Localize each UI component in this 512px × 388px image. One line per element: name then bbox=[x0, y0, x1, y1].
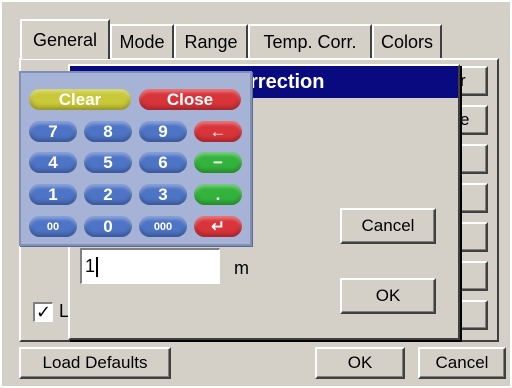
text-caret bbox=[96, 256, 99, 277]
key-5[interactable]: 5 bbox=[84, 152, 132, 173]
tab-colors[interactable]: Colors bbox=[372, 24, 442, 58]
key-8[interactable]: 8 bbox=[84, 121, 132, 142]
key-7[interactable]: 7 bbox=[29, 121, 77, 142]
key-1[interactable]: 1 bbox=[29, 184, 77, 205]
key-00[interactable]: 00 bbox=[29, 216, 77, 237]
key-9[interactable]: 9 bbox=[139, 121, 187, 142]
tab-range[interactable]: Range bbox=[174, 24, 248, 58]
key-3[interactable]: 3 bbox=[139, 184, 187, 205]
minus-key[interactable]: − bbox=[194, 152, 242, 173]
dialog-cancel-button[interactable]: Cancel bbox=[340, 208, 436, 244]
enter-key[interactable]: ↵ bbox=[194, 216, 242, 237]
unit-label: m bbox=[234, 258, 249, 278]
key-4[interactable]: 4 bbox=[29, 152, 77, 173]
clear-key[interactable]: Clear bbox=[29, 89, 131, 110]
value-input-text: 1 bbox=[85, 256, 96, 276]
dialog-ok-button[interactable]: OK bbox=[340, 278, 436, 314]
tab-general[interactable]: General bbox=[20, 19, 110, 59]
load-defaults-button[interactable]: Load Defaults bbox=[19, 347, 171, 379]
enable-checkbox[interactable]: ✓ bbox=[33, 302, 53, 322]
decimal-point-key[interactable]: . bbox=[194, 184, 242, 205]
settings-window: General Mode Range Temp. Corr. Colors r … bbox=[2, 2, 510, 386]
value-input[interactable]: 1 bbox=[80, 248, 220, 284]
tab-mode[interactable]: Mode bbox=[110, 24, 174, 58]
ok-button[interactable]: OK bbox=[315, 347, 405, 379]
close-key[interactable]: Close bbox=[139, 89, 241, 110]
numeric-keypad: Clear Close 7 8 9 ← 4 5 6 − 1 2 3 . 00 0… bbox=[19, 71, 252, 246]
key-6[interactable]: 6 bbox=[139, 152, 187, 173]
key-2[interactable]: 2 bbox=[84, 184, 132, 205]
backspace-key[interactable]: ← bbox=[194, 121, 242, 142]
key-0[interactable]: 0 bbox=[84, 216, 132, 237]
cancel-button[interactable]: Cancel bbox=[418, 347, 506, 379]
key-000[interactable]: 000 bbox=[139, 216, 187, 237]
tab-temp-corr[interactable]: Temp. Corr. bbox=[248, 24, 372, 58]
